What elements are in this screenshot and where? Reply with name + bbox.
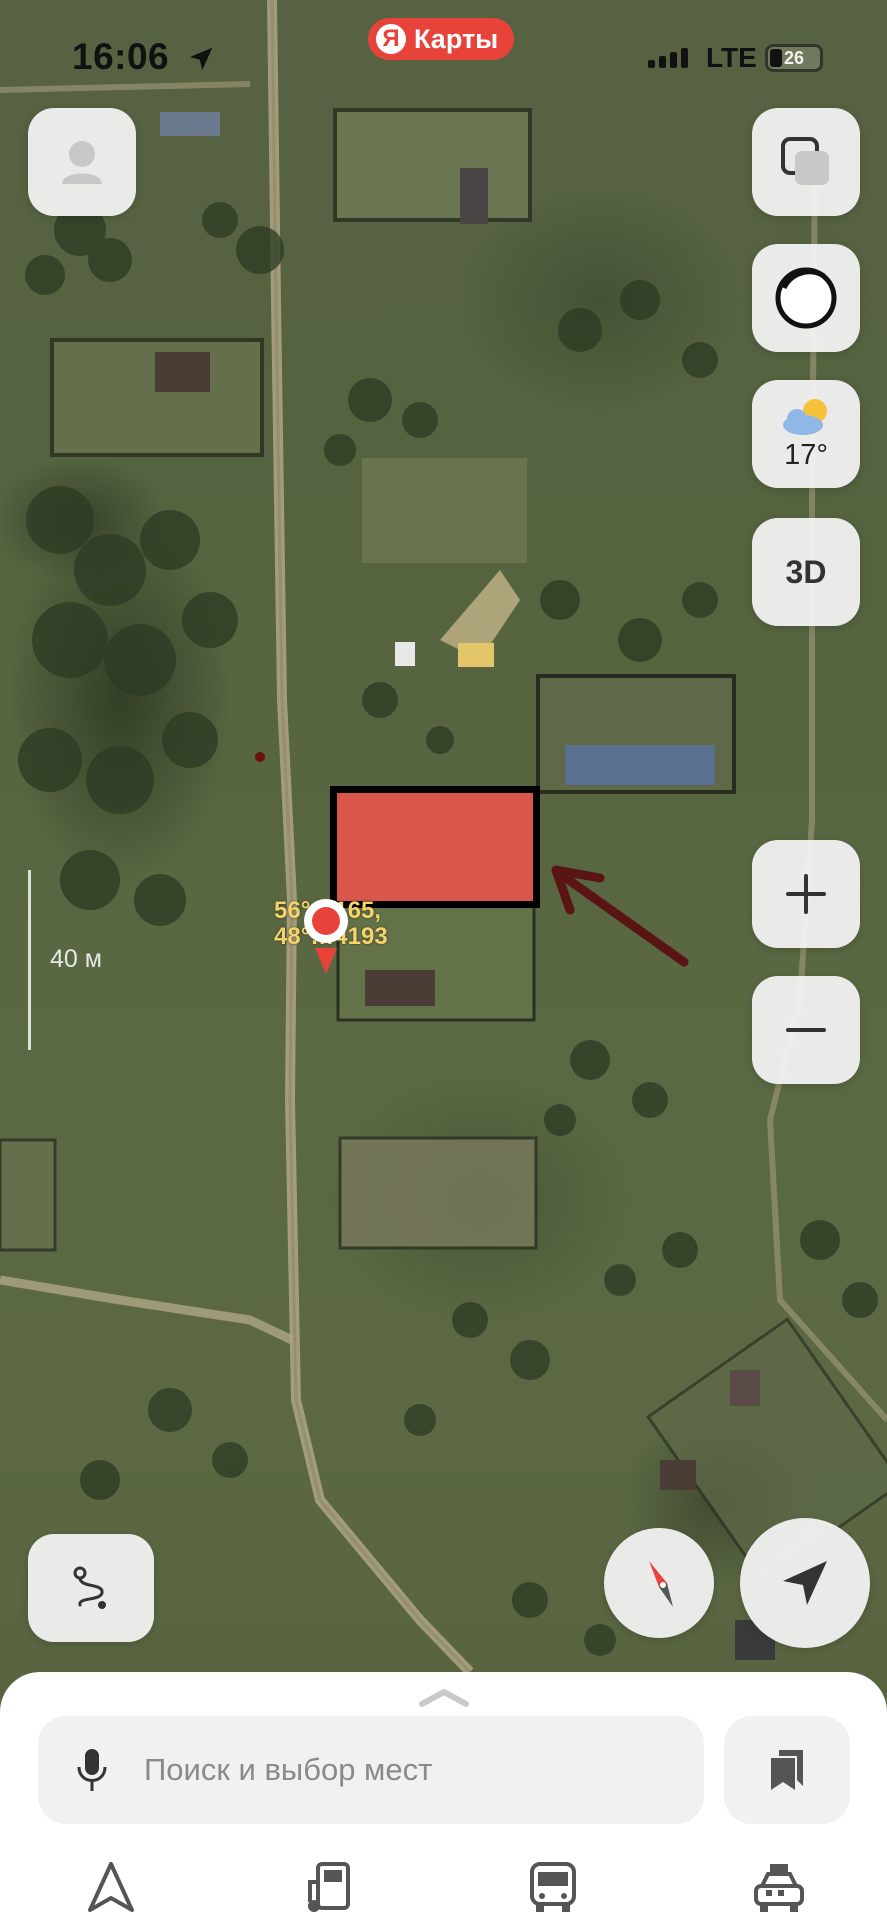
highlighted-plot-marker bbox=[330, 786, 540, 908]
bookmarks-button[interactable] bbox=[724, 1716, 850, 1824]
microphone-icon[interactable] bbox=[76, 1747, 108, 1793]
traffic-button[interactable] bbox=[752, 244, 860, 352]
search-placeholder: Поиск и выбор мест bbox=[144, 1752, 433, 1787]
map-layers-button[interactable] bbox=[752, 108, 860, 216]
bus-icon[interactable] bbox=[528, 1862, 578, 1914]
bottom-tab-bar bbox=[0, 1862, 887, 1920]
location-pin-icon[interactable] bbox=[303, 896, 349, 976]
map-scale-bar bbox=[28, 870, 31, 1050]
gas-station-icon[interactable] bbox=[304, 1862, 356, 1914]
profile-button[interactable] bbox=[28, 108, 136, 216]
my-location-button[interactable] bbox=[740, 1518, 870, 1648]
location-services-icon bbox=[189, 47, 213, 71]
route-button[interactable] bbox=[28, 1534, 154, 1642]
navigation-arrow-icon bbox=[783, 1561, 827, 1605]
app-title-pill[interactable]: Я Карты bbox=[368, 18, 515, 60]
signal-strength-icon bbox=[648, 48, 688, 68]
navigation-icon[interactable] bbox=[88, 1862, 134, 1912]
taxi-icon[interactable] bbox=[752, 1862, 806, 1914]
battery-icon: 26 bbox=[765, 44, 823, 72]
zoom-out-button[interactable] bbox=[752, 976, 860, 1084]
yandex-logo-icon: Я bbox=[376, 24, 406, 54]
route-icon bbox=[73, 1566, 106, 1609]
partly-cloudy-icon bbox=[783, 398, 827, 435]
traffic-icon bbox=[775, 267, 837, 329]
app-name: Карты bbox=[414, 23, 499, 54]
search-input[interactable]: Поиск и выбор мест bbox=[38, 1716, 704, 1824]
status-time: 16:06 bbox=[72, 36, 170, 77]
sheet-expand-handle-icon[interactable] bbox=[418, 1686, 470, 1708]
network-type: LTE bbox=[706, 42, 757, 73]
compass-icon bbox=[649, 1561, 673, 1607]
compass-button[interactable] bbox=[604, 1528, 714, 1638]
zoom-in-button[interactable] bbox=[752, 840, 860, 948]
minus-icon bbox=[786, 1028, 826, 1032]
layers-icon bbox=[781, 137, 829, 185]
bookmarks-icon bbox=[771, 1750, 803, 1790]
weather-button[interactable]: 17° bbox=[752, 380, 860, 488]
bottom-sheet[interactable]: Поиск и выбор мест bbox=[0, 1672, 887, 1920]
user-icon bbox=[62, 141, 102, 184]
3d-view-button[interactable]: 3D bbox=[752, 518, 860, 626]
plus-icon bbox=[786, 874, 826, 914]
map-scale-label: 40 м bbox=[50, 945, 102, 973]
battery-level: 26 bbox=[783, 47, 805, 68]
weather-temperature: 17° bbox=[784, 438, 828, 471]
